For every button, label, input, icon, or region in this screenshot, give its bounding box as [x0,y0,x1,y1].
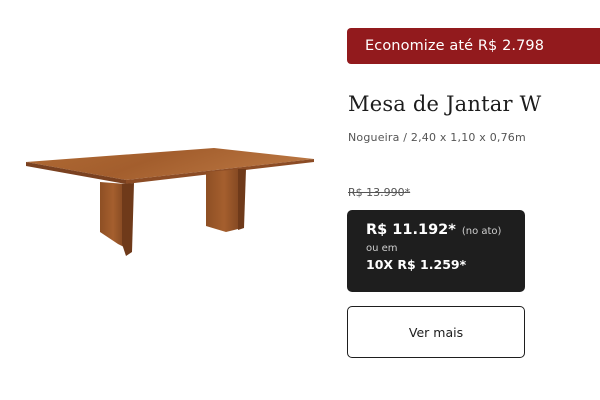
promo-banner: Economize até R$ 2.798 [347,28,600,64]
price-note: (no ato) [461,226,502,237]
price-box: R$ 11.192* (no ato) ou em 10X R$ 1.259* [347,210,525,292]
installment-prefix: ou em [366,243,398,254]
price-row: R$ 11.192* (no ato) [366,222,525,238]
product-subtitle: Nogueira / 2,40 x 1,10 x 0,76m [348,131,526,144]
promo-text: Economize até R$ 2.798 [365,38,545,54]
main-price: R$ 11.192* [366,222,456,238]
see-more-button[interactable]: Ver mais [347,306,525,358]
product-title[interactable]: Mesa de Jantar W [348,92,541,116]
old-price: R$ 13.990* [348,186,411,199]
dining-table-image [26,148,314,256]
installment-price: 10X R$ 1.259* [366,257,467,272]
